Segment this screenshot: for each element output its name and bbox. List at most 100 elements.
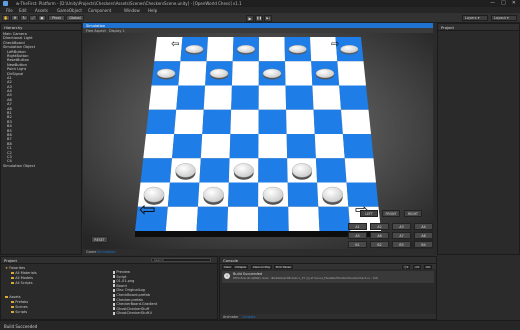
hand-tool-button[interactable]: ✋ — [2, 15, 10, 21]
grid-button[interactable]: A1 — [348, 223, 367, 230]
console-clear-on-play-button[interactable]: Clear on Play — [251, 264, 273, 269]
play-button[interactable]: ▶ — [246, 14, 254, 22]
board-square-dark[interactable] — [231, 85, 259, 110]
board-square-dark[interactable] — [202, 109, 232, 134]
checker-piece[interactable] — [185, 44, 204, 55]
hierarchy-item[interactable]: Simulation Object — [3, 164, 81, 168]
menu-component[interactable]: Component — [88, 8, 111, 13]
global-toggle[interactable]: Global — [66, 15, 84, 21]
right-button[interactable]: RIGHT — [404, 210, 422, 217]
board-square-dark[interactable] — [228, 182, 259, 207]
checker-piece[interactable] — [315, 68, 335, 80]
board-square-dark[interactable] — [258, 206, 289, 231]
board-square-dark[interactable] — [229, 134, 259, 159]
assets-folder[interactable]: Assets — [5, 295, 21, 300]
menu-window[interactable]: Window — [124, 8, 140, 13]
checker-piece[interactable] — [262, 68, 282, 80]
checker-piece[interactable] — [262, 186, 284, 205]
asset-folder[interactable]: Prefabs — [11, 300, 28, 305]
move-tool-button[interactable]: ✥ — [11, 15, 19, 21]
checker-piece[interactable] — [203, 186, 224, 205]
asset-folder[interactable]: Scenes — [11, 305, 28, 310]
board-square-dark[interactable] — [140, 158, 173, 183]
board-square-light[interactable] — [258, 134, 288, 159]
grid-button[interactable]: B1 — [348, 241, 367, 248]
board-viewport[interactable]: ⇦ ⇨ ⇦ ⇨ LEFT FRONT RIGHT RESET A1A2A3A4A… — [83, 33, 433, 249]
board-square-dark[interactable] — [258, 109, 287, 134]
board-square-dark[interactable] — [286, 134, 316, 159]
board-square-light[interactable] — [344, 158, 376, 183]
board-square-light[interactable] — [288, 206, 320, 231]
board-square-light[interactable] — [206, 37, 234, 62]
rotate-tool-button[interactable]: ↻ — [20, 15, 28, 21]
menu-gameobject[interactable]: GameObject — [57, 8, 82, 13]
grid-button[interactable]: B3 — [392, 241, 411, 248]
front-button[interactable]: FRONT — [382, 210, 400, 217]
menu-assets[interactable]: Assets — [35, 8, 48, 13]
board-square-dark[interactable] — [176, 85, 206, 110]
board-square-dark[interactable] — [146, 109, 177, 134]
pivot-toggle[interactable]: Pivot — [48, 15, 65, 21]
step-button[interactable]: ▶| — [264, 14, 272, 22]
board-square-dark[interactable] — [285, 85, 314, 110]
console-info-count[interactable]: ⓘ1 — [402, 264, 411, 269]
arrow-right-icon[interactable]: ⇨ — [331, 39, 339, 50]
tab-simulation[interactable]: Simulation — [97, 250, 116, 254]
checker-piece[interactable] — [233, 163, 254, 180]
board-square-light[interactable] — [178, 61, 207, 86]
board-square-light[interactable] — [200, 134, 231, 159]
checker-piece[interactable] — [322, 186, 343, 205]
board-square-light[interactable] — [143, 134, 175, 159]
menu-help[interactable]: Help — [148, 8, 157, 13]
rect-tool-button[interactable]: ▣ — [38, 15, 46, 21]
board-square-light[interactable] — [314, 134, 345, 159]
reset-button[interactable]: RESET — [91, 236, 108, 243]
favorites-folder[interactable]: ★ Favorites — [5, 266, 25, 271]
favorite-item[interactable]: All Scripts — [11, 281, 33, 286]
board-square-dark[interactable] — [258, 158, 288, 183]
checker-piece[interactable] — [156, 68, 176, 80]
console-error-pause-button[interactable]: Error Pause — [274, 264, 293, 269]
arrow-left-icon[interactable]: ⇦ — [139, 197, 156, 221]
board-square-light[interactable] — [258, 37, 286, 62]
grid-button[interactable]: A6 — [370, 232, 389, 239]
display-dropdown[interactable]: Display 1 — [109, 29, 125, 33]
board-square-dark[interactable] — [342, 134, 374, 159]
grid-button[interactable]: B2 — [370, 241, 389, 248]
board-square-light[interactable] — [286, 109, 315, 134]
menu-file[interactable]: File — [6, 8, 13, 13]
checker-piece[interactable] — [209, 68, 229, 80]
checker-piece[interactable] — [288, 44, 307, 55]
grid-button[interactable]: A7 — [392, 232, 411, 239]
board-square-light[interactable] — [231, 61, 259, 86]
board-square-light[interactable] — [258, 85, 287, 110]
project-search-input[interactable]: Search — [151, 258, 211, 262]
left-button[interactable]: LEFT — [360, 210, 378, 217]
grid-button[interactable]: A4 — [414, 223, 433, 230]
aspect-dropdown[interactable]: Free Aspect — [86, 29, 106, 33]
tab-animator[interactable]: Animator — [223, 315, 239, 319]
grid-button[interactable]: A3 — [392, 223, 411, 230]
layout-dropdown[interactable]: Layout ▾ — [491, 15, 517, 21]
board-square-light[interactable] — [341, 109, 371, 134]
board-square-dark[interactable] — [315, 158, 347, 183]
tab-console[interactable]: Console — [242, 315, 255, 319]
arrow-left-icon[interactable]: ⇦ — [171, 39, 179, 50]
board-square-light[interactable] — [165, 206, 198, 231]
grid-button[interactable]: A8 — [414, 232, 433, 239]
board-square-dark[interactable] — [199, 158, 230, 183]
checker-piece[interactable] — [340, 44, 359, 55]
board-square-light[interactable] — [227, 206, 259, 231]
console-entry[interactable]: i Build Succeeded RTPG.Exec(ScriptRef): … — [222, 271, 434, 283]
favorite-item[interactable]: All Models — [11, 276, 33, 281]
board-square-dark[interactable] — [339, 85, 369, 110]
board-square-light[interactable] — [203, 85, 232, 110]
scale-tool-button[interactable]: ⤢ — [29, 15, 37, 21]
maximize-button[interactable]: □ — [501, 0, 506, 7]
console-error-count[interactable]: ⊘0 — [424, 264, 432, 269]
board-square-dark[interactable] — [318, 206, 351, 231]
board-square-light[interactable] — [230, 109, 259, 134]
layers-dropdown[interactable]: Layers ▾ — [462, 15, 488, 21]
board-square-light[interactable] — [148, 85, 179, 110]
board-square-dark[interactable] — [313, 109, 343, 134]
